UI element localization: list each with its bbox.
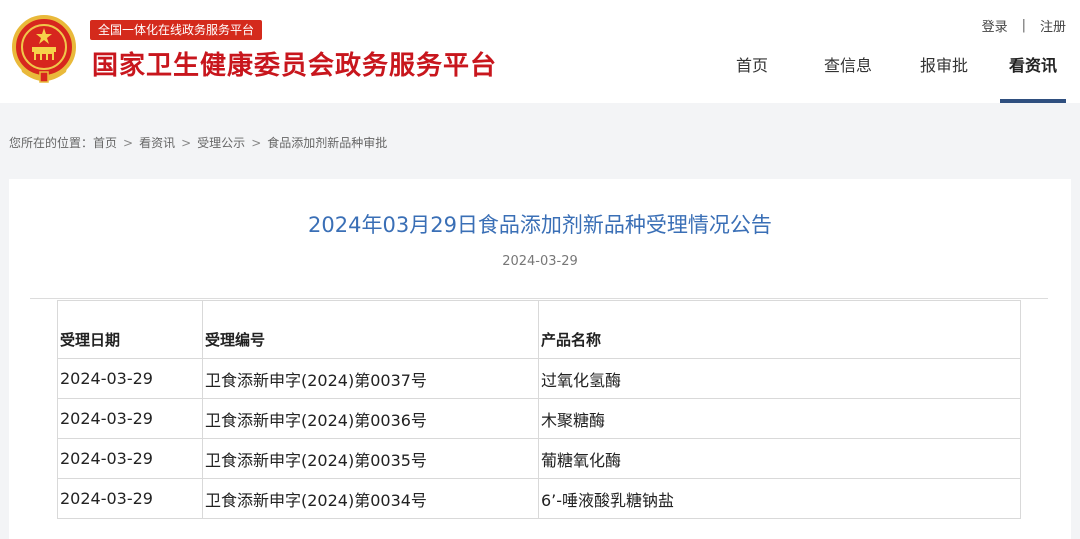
table-row: 2024-03-29 卫食添新申字(2024)第0035号 葡糖氧化酶	[57, 438, 1021, 479]
table-row: 2024-03-29 卫食添新申字(2024)第0037号 过氧化氢酶	[57, 358, 1021, 399]
cell-number: 卫食添新申字(2024)第0036号	[202, 398, 539, 439]
national-emblem-icon	[12, 15, 76, 83]
nav-item-submit-approval[interactable]: 报审批	[896, 52, 992, 103]
platform-subtitle-badge: 全国一体化在线政务服务平台	[90, 20, 263, 40]
login-link[interactable]: 登录	[982, 16, 1008, 35]
site-header: 全国一体化在线政务服务平台 国家卫生健康委员会政务服务平台 登录 | 注册 首页…	[0, 0, 1080, 103]
cell-date: 2024-03-29	[57, 358, 203, 399]
register-link[interactable]: 注册	[1040, 16, 1066, 35]
table-header-row: 受理日期 受理编号 产品名称	[57, 300, 1021, 359]
title-divider	[30, 298, 1048, 299]
nav-item-news[interactable]: 看资讯	[1000, 52, 1066, 103]
breadcrumb-item-acceptance[interactable]: 受理公示	[197, 136, 245, 150]
column-header-number: 受理编号	[202, 300, 539, 359]
article-card: 2024年03月29日食品添加剂新品种受理情况公告 2024-03-29 受理日…	[9, 179, 1071, 539]
cell-number: 卫食添新申字(2024)第0037号	[202, 358, 539, 399]
nav-item-query-info[interactable]: 查信息	[800, 52, 896, 103]
breadcrumb-separator: >	[181, 136, 192, 150]
column-header-date: 受理日期	[57, 300, 203, 359]
cell-date: 2024-03-29	[57, 438, 203, 479]
breadcrumb: 您所在的位置：首页 > 看资讯 > 受理公示 > 食品添加剂新品种审批	[9, 134, 387, 151]
nav-item-home[interactable]: 首页	[704, 52, 800, 103]
auth-separator: |	[1021, 18, 1026, 33]
auth-links: 登录 | 注册	[982, 16, 1066, 35]
breadcrumb-separator: >	[251, 136, 262, 150]
site-title[interactable]: 国家卫生健康委员会政务服务平台	[92, 48, 497, 84]
cell-date: 2024-03-29	[57, 398, 203, 439]
column-header-product: 产品名称	[538, 300, 1021, 359]
acceptance-table: 受理日期 受理编号 产品名称 2024-03-29 卫食添新申字(2024)第0…	[57, 300, 1021, 519]
breadcrumb-item-current[interactable]: 食品添加剂新品种审批	[267, 136, 387, 150]
cell-product: 6’-唾液酸乳糖钠盐	[538, 478, 1021, 519]
breadcrumb-prefix: 您所在的位置：	[9, 136, 94, 150]
table-row: 2024-03-29 卫食添新申字(2024)第0034号 6’-唾液酸乳糖钠盐	[57, 478, 1021, 519]
breadcrumb-item-news[interactable]: 看资讯	[139, 136, 175, 150]
cell-number: 卫食添新申字(2024)第0034号	[202, 478, 539, 519]
breadcrumb-item-home[interactable]: 首页	[93, 136, 117, 150]
main-nav: 首页 查信息 报审批 看资讯	[704, 52, 1066, 103]
cell-number: 卫食添新申字(2024)第0035号	[202, 438, 539, 479]
table-row: 2024-03-29 卫食添新申字(2024)第0036号 木聚糖酶	[57, 398, 1021, 439]
article-title: 2024年03月29日食品添加剂新品种受理情况公告	[308, 213, 772, 237]
cell-product: 过氧化氢酶	[538, 358, 1021, 399]
cell-product: 木聚糖酶	[538, 398, 1021, 439]
cell-product: 葡糖氧化酶	[538, 438, 1021, 479]
cell-date: 2024-03-29	[57, 478, 203, 519]
breadcrumb-separator: >	[123, 136, 134, 150]
article-date: 2024-03-29	[502, 254, 578, 269]
